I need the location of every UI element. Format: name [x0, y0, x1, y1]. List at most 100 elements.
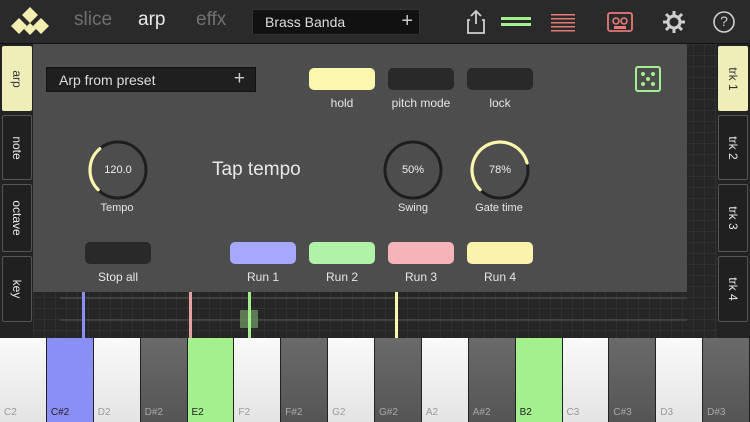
piano-key[interactable]: D3	[656, 338, 704, 422]
piano-key-label: B2	[519, 407, 532, 418]
run-4-label: Run 4	[483, 270, 517, 284]
piano-key[interactable]: F#2	[281, 338, 329, 422]
piano-key[interactable]: B2	[515, 338, 563, 422]
arp-panel: Arp from preset + hold pitch mode lock 1…	[33, 44, 687, 292]
piano-key-label: F#2	[285, 407, 303, 418]
piano-key[interactable]: G#2	[375, 338, 422, 422]
help-symbol: ?	[720, 13, 728, 29]
lock-label: lock	[489, 96, 511, 110]
piano-key-label: D#2	[144, 407, 163, 418]
run-2-playhead	[248, 292, 251, 338]
gear-icon[interactable]	[659, 8, 689, 36]
track-tab-label: trk 2	[726, 135, 740, 160]
pitch-mode-button[interactable]	[388, 68, 454, 90]
track-tab-label: trk 4	[726, 277, 740, 301]
swing-knob[interactable]: 50%	[381, 138, 445, 202]
preset-selector[interactable]: Brass Banda +	[252, 9, 420, 35]
run-1-button[interactable]	[230, 242, 296, 264]
run-1-playhead	[82, 292, 85, 338]
mixer-lines-icon[interactable]	[549, 8, 577, 36]
tempo-label: Tempo	[100, 202, 134, 214]
step-sequencer-strip[interactable]	[60, 292, 687, 336]
side-tab-note[interactable]: note	[2, 115, 32, 180]
piano-keyboard[interactable]: C2 C#2 D2 D#2 E2 F2 F#2 G2 G#2 A2 A#2 B2 C3 C#3 D3 D#3	[0, 338, 750, 422]
dice-pip	[641, 72, 645, 76]
piano-key[interactable]: A#2	[468, 338, 516, 422]
piano-key-label: A#2	[472, 407, 491, 418]
track-tab-1[interactable]: trk 1	[718, 46, 748, 111]
piano-key-label: C3	[566, 407, 580, 418]
piano-key[interactable]: C2	[0, 338, 47, 422]
swing-value: 50%	[401, 164, 425, 176]
piano-key-label: A2	[425, 407, 439, 418]
piano-key-label: D#3	[707, 407, 726, 418]
arp-preset-selector[interactable]: Arp from preset +	[46, 67, 256, 92]
side-tab-label: note	[10, 135, 24, 160]
stop-all-button[interactable]	[85, 242, 151, 264]
dice-pip	[651, 82, 655, 86]
piano-key[interactable]: D#2	[140, 338, 188, 422]
dice-pip	[646, 77, 650, 81]
side-tab-label: key	[10, 279, 24, 299]
dice-randomize-icon[interactable]	[635, 66, 661, 92]
add-preset-icon[interactable]: +	[401, 10, 413, 33]
side-tab-key[interactable]: key	[2, 256, 32, 322]
piano-key-label: G2	[332, 407, 346, 418]
tab-arp[interactable]: arp	[138, 9, 165, 31]
side-tab-label: arp	[10, 69, 24, 88]
run-2-button[interactable]	[309, 242, 375, 264]
piano-key-label: C2	[4, 407, 17, 418]
piano-key[interactable]: C#2	[46, 338, 94, 422]
run-4-playhead	[395, 292, 398, 338]
gate-time-knob[interactable]: 78%	[468, 138, 532, 202]
piano-key[interactable]: A2	[421, 338, 469, 422]
tab-effx[interactable]: effx	[196, 9, 226, 31]
piano-key-label: D2	[97, 407, 111, 418]
preset-name: Brass Banda	[265, 14, 346, 30]
app-root: slice arp effx Brass Banda + ? arp note …	[0, 0, 750, 422]
run-3-playhead	[189, 292, 192, 338]
piano-key-label: E2	[191, 407, 204, 418]
piano-key-label: C#2	[50, 407, 70, 418]
track-tab-2[interactable]: trk 2	[718, 115, 748, 180]
piano-key[interactable]: C3	[562, 338, 610, 422]
piano-key-label: C#3	[613, 407, 632, 418]
gate-time-value: 78%	[488, 164, 512, 176]
track-tab-label: trk 1	[726, 66, 740, 91]
gate-time-label: Gate time	[475, 202, 523, 214]
piano-key-label: G#2	[379, 407, 398, 418]
dice-pip	[651, 72, 655, 76]
hold-button[interactable]	[309, 68, 375, 90]
lock-button[interactable]	[467, 68, 533, 90]
tracks-icon[interactable]	[500, 8, 532, 36]
tempo-knob[interactable]: 120.0	[86, 138, 150, 202]
piano-key-label: D3	[660, 407, 674, 418]
track-tab-3[interactable]: trk 3	[718, 184, 748, 252]
tape-icon[interactable]	[605, 8, 635, 36]
top-bar: slice arp effx Brass Banda + ?	[0, 0, 750, 44]
app-logo-icon[interactable]	[8, 6, 52, 38]
track-tab-4[interactable]: trk 4	[718, 256, 748, 322]
swing-label: Swing	[398, 202, 428, 214]
side-tab-arp[interactable]: arp	[2, 46, 32, 111]
piano-key[interactable]: D#3	[703, 338, 750, 422]
piano-key[interactable]: E2	[187, 338, 235, 422]
run-3-button[interactable]	[388, 242, 454, 264]
piano-key[interactable]: D2	[93, 338, 141, 422]
stop-all-label: Stop all	[97, 270, 139, 284]
dice-pip	[641, 82, 645, 86]
help-icon[interactable]: ?	[710, 8, 738, 36]
piano-key[interactable]: C#3	[609, 338, 657, 422]
arp-preset-label: Arp from preset	[59, 72, 156, 88]
piano-key[interactable]: G2	[328, 338, 375, 422]
piano-key-label: F2	[238, 407, 251, 418]
add-arp-preset-icon[interactable]: +	[234, 68, 245, 90]
run-4-button[interactable]	[467, 242, 533, 264]
share-icon[interactable]	[461, 8, 491, 36]
side-tab-octave[interactable]: octave	[2, 184, 32, 252]
piano-key[interactable]: F2	[234, 338, 282, 422]
tab-slice[interactable]: slice	[74, 9, 112, 31]
side-tab-label: octave	[10, 200, 24, 236]
tap-tempo-button[interactable]: Tap tempo	[212, 159, 301, 181]
tempo-value: 120.0	[104, 164, 132, 176]
